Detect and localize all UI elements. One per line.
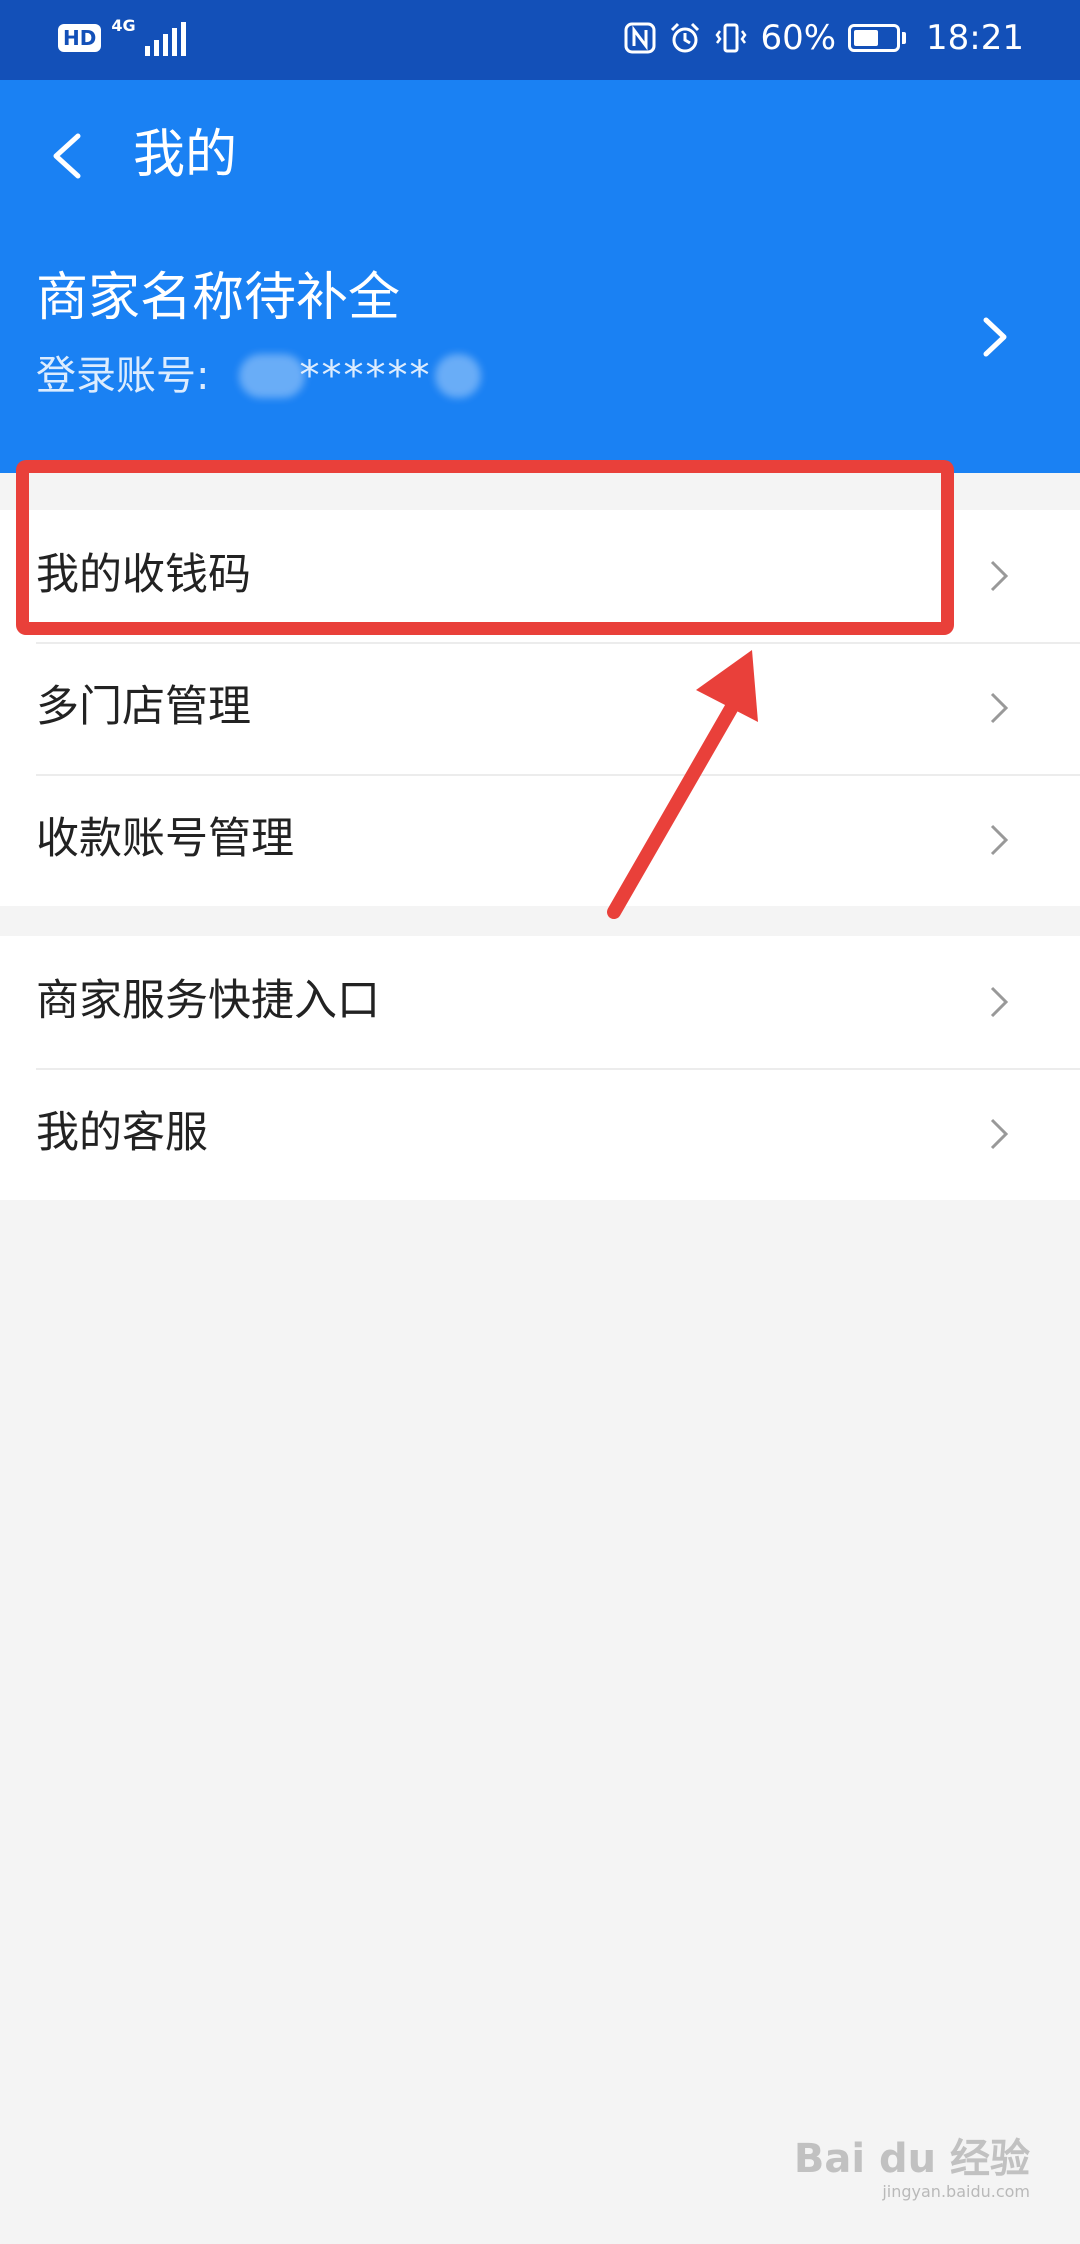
account-value-masked: ****** (239, 348, 482, 404)
chevron-right-icon (990, 824, 1009, 856)
watermark: Bai du 经验 jingyan.baidu.com (793, 2126, 1030, 2201)
watermark-text: Bai du 经验 (793, 2136, 1030, 2182)
hd-badge: HD (58, 24, 102, 52)
chevron-right-icon (990, 986, 1009, 1018)
battery-icon (848, 24, 907, 52)
status-left: HD 4G (58, 16, 187, 56)
signal-icon: 4G (111, 16, 187, 56)
network-type-label: 4G (111, 16, 136, 35)
account-row: 登录账号: ****** (36, 348, 482, 404)
status-bar: HD 4G 60% 18:21 (0, 0, 1080, 80)
menu-item-label: 我的客服 (36, 1108, 208, 1158)
vibrate-icon (715, 23, 747, 53)
page-title: 我的 (133, 125, 238, 185)
profile-chevron-icon[interactable] (970, 302, 1020, 372)
menu-item-label: 商家服务快捷入口 (36, 976, 380, 1026)
chevron-right-icon (990, 692, 1009, 724)
profile-header: 我的 商家名称待补全 登录账号: ****** (0, 80, 1080, 473)
menu-item-multi-store[interactable]: 多门店管理 (0, 642, 1080, 774)
battery-percent: 60% (760, 18, 837, 58)
back-arrow-icon[interactable] (36, 116, 96, 196)
menu-item-service-shortcut[interactable]: 商家服务快捷入口 (0, 936, 1080, 1068)
status-right: 60% 18:21 (624, 18, 1024, 58)
watermark-sub: jingyan.baidu.com (882, 2182, 1030, 2201)
nfc-icon (624, 22, 656, 54)
menu-item-label: 收款账号管理 (36, 814, 294, 864)
chevron-right-icon (990, 1118, 1009, 1150)
alarm-icon (671, 22, 700, 53)
clock: 18:21 (926, 18, 1024, 58)
menu-item-label: 多门店管理 (36, 682, 251, 732)
account-label: 登录账号: (36, 353, 210, 399)
merchant-name[interactable]: 商家名称待补全 (36, 263, 400, 333)
highlight-box (16, 460, 954, 635)
chevron-right-icon (990, 560, 1009, 592)
menu-item-payee-account[interactable]: 收款账号管理 (0, 774, 1080, 906)
menu-group-services: 商家服务快捷入口 我的客服 (0, 936, 1080, 1200)
menu-item-customer-service[interactable]: 我的客服 (0, 1068, 1080, 1200)
account-value: ****** (299, 353, 432, 399)
